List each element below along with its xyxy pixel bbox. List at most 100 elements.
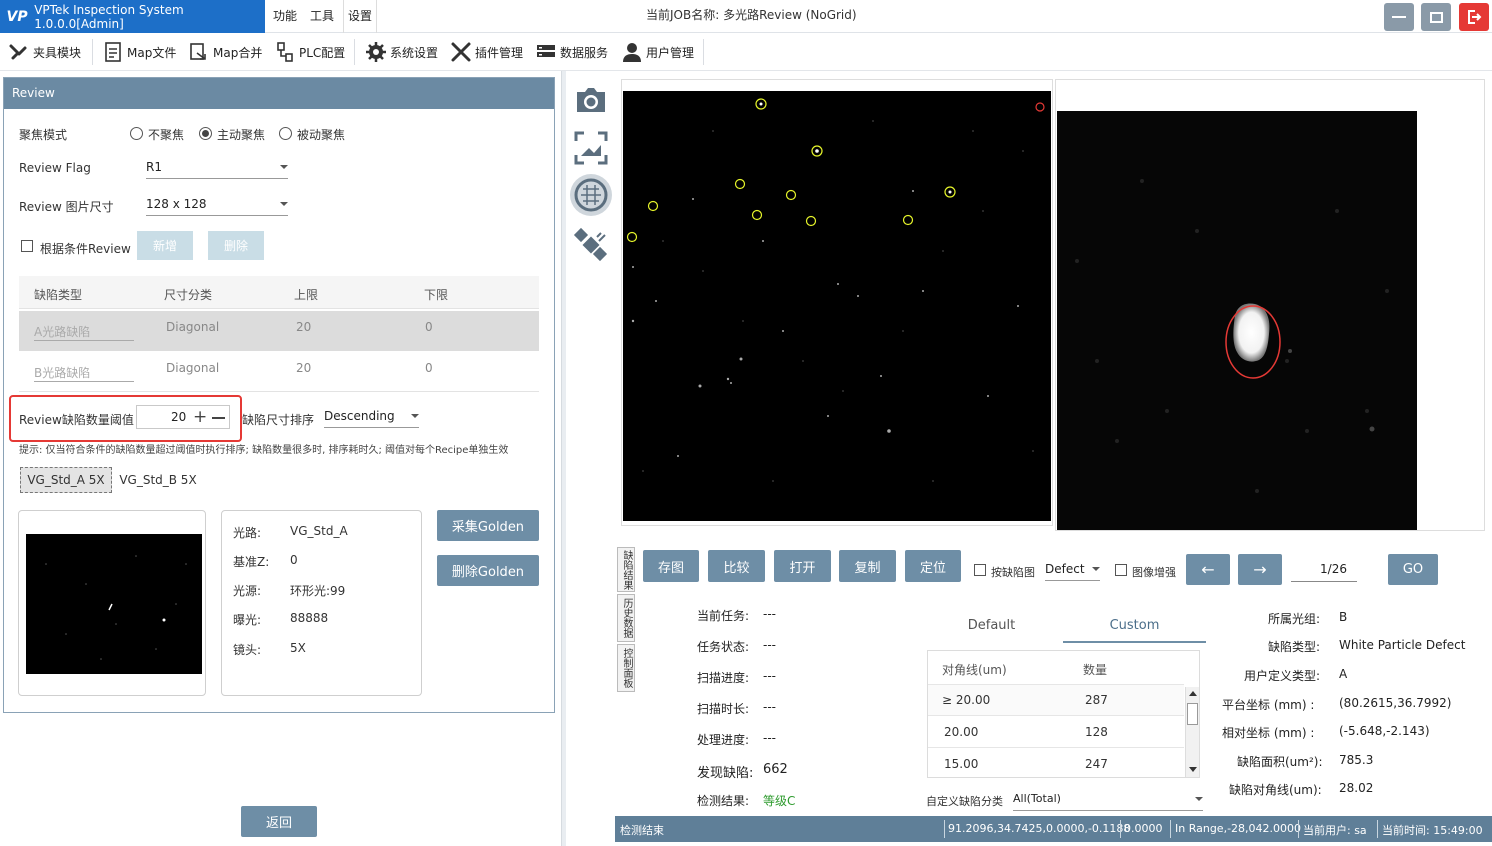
defect-zoom-image[interactable]: [1057, 111, 1417, 530]
save-image-button[interactable]: 存图: [643, 550, 699, 582]
tab-defect-results[interactable]: 缺陷结果: [617, 547, 635, 592]
toolbar-gripper[interactable]: 夹具模块: [8, 33, 81, 71]
collect-golden-button[interactable]: 采集Golden: [437, 510, 539, 541]
page-indicator[interactable]: 1/26: [1291, 562, 1357, 582]
menu-tools[interactable]: 工具: [310, 0, 334, 33]
row-lower: 0: [425, 361, 433, 375]
review-size-select[interactable]: 128 x 128: [146, 194, 288, 216]
camera-button[interactable]: [569, 80, 613, 120]
sort-select[interactable]: Descending: [324, 406, 419, 428]
info-label-path: 光路:: [233, 526, 262, 540]
toolbar-data-service[interactable]: 数据服务: [535, 33, 608, 71]
satellite-button[interactable]: [569, 225, 613, 265]
compare-button[interactable]: 比较: [708, 550, 765, 582]
chevron-down-icon: [1092, 567, 1100, 571]
wafer-map-icon: [570, 174, 612, 216]
toolbar-label: Map合并: [213, 45, 263, 60]
gripper-icon: [9, 44, 27, 60]
row-type[interactable]: A光路缺陷: [34, 323, 134, 341]
menu-settings[interactable]: 设置: [343, 0, 378, 33]
toolbar-map-merge[interactable]: Map合并: [188, 33, 262, 71]
status-range: In Range,-28,042.0000: [1175, 822, 1302, 835]
delete-button[interactable]: 删除: [208, 231, 264, 260]
table-row[interactable]: A光路缺陷 Diagonal 20 0: [19, 311, 539, 351]
add-button[interactable]: 新增: [137, 231, 193, 260]
table-row[interactable]: B光路缺陷 Diagonal 20 0: [19, 352, 539, 392]
table-row[interactable]: ≥ 20.00 287: [928, 685, 1184, 716]
tab-stats-custom[interactable]: Custom: [1063, 610, 1206, 643]
toolbar-label: 数据服务: [560, 45, 609, 60]
menu-function[interactable]: 功能: [273, 0, 297, 33]
toolbar-plc[interactable]: PLC配置: [274, 33, 345, 71]
radio-passive-focus-label: 被动聚焦: [297, 128, 346, 142]
copy-button[interactable]: 复制: [839, 550, 896, 582]
info-value-path: VG_Std_A: [290, 524, 348, 538]
tab-vg-std-a[interactable]: VG_Std_A 5X: [20, 467, 112, 493]
tab-vg-std-b[interactable]: VG_Std_B 5X: [118, 467, 198, 493]
table-row[interactable]: 15.00 247: [928, 749, 1184, 780]
user-icon: [623, 43, 641, 62]
golden-thumbnail-box: [18, 510, 206, 696]
toolbar-label: Map文件: [127, 45, 177, 60]
maximize-button[interactable]: [1421, 3, 1451, 31]
app-logo: VP: [6, 8, 28, 25]
wafer-scan-image[interactable]: [623, 91, 1051, 521]
chevron-down-icon: [280, 165, 288, 169]
return-button[interactable]: 返回: [241, 806, 317, 837]
review-flag-select[interactable]: R1: [146, 157, 288, 179]
locate-button[interactable]: 定位: [905, 550, 961, 582]
info-label-lens: 镜头:: [233, 643, 262, 657]
scroll-down-icon[interactable]: [1189, 767, 1197, 772]
task-value-process-progress: ---: [763, 731, 776, 745]
header-size-class: 尺寸分类: [164, 288, 213, 302]
next-defect-button[interactable]: →: [1238, 554, 1282, 585]
scroll-thumb[interactable]: [1187, 703, 1198, 725]
toolbar-label: 夹具模块: [33, 45, 82, 60]
panel-splitter[interactable]: [561, 71, 566, 846]
row-size-class: Diagonal: [166, 361, 220, 375]
defect-type-select[interactable]: Defect: [1045, 559, 1100, 581]
custom-class-select[interactable]: All(Total): [1013, 789, 1203, 811]
by-defect-checkbox[interactable]: [974, 564, 986, 576]
minimize-button[interactable]: [1384, 3, 1414, 31]
review-flag-value: R1: [146, 160, 162, 174]
status-divider: [1120, 820, 1121, 838]
prev-defect-button[interactable]: ←: [1186, 554, 1230, 585]
table-header: 缺陷类型 尺寸分类 上限 下限: [19, 276, 539, 309]
tab-history-data[interactable]: 历史数据: [617, 594, 635, 642]
table-row[interactable]: 20.00 128: [928, 717, 1184, 748]
radio-passive-focus[interactable]: [279, 127, 292, 140]
radio-active-focus[interactable]: [199, 127, 212, 140]
row-type[interactable]: B光路缺陷: [34, 364, 134, 382]
task-label-scan-time: 扫描时长:: [697, 702, 750, 716]
delete-golden-button[interactable]: 删除Golden: [437, 555, 539, 586]
tab-stats-default[interactable]: Default: [920, 610, 1063, 640]
task-value-defects-found: 662: [763, 762, 788, 777]
task-value-scan-time: ---: [763, 700, 776, 714]
tab-control-panel[interactable]: 控制面板: [617, 644, 635, 692]
info-value-exposure: 88888: [290, 611, 329, 625]
wafer-map-button[interactable]: [569, 174, 613, 216]
stats-header-count: 数量: [1083, 663, 1108, 677]
header-defect-type: 缺陷类型: [34, 288, 83, 302]
row-upper: 20: [296, 320, 312, 334]
toolbar-plugin[interactable]: 插件管理: [450, 33, 523, 71]
exit-button[interactable]: [1459, 3, 1489, 31]
scroll-up-icon[interactable]: [1189, 691, 1197, 696]
toolbar-map-file[interactable]: Map文件: [102, 33, 176, 71]
toolbar-system-settings[interactable]: 系统设置: [365, 33, 438, 71]
toolbar-divider: [703, 39, 704, 65]
stats-scrollbar[interactable]: [1185, 687, 1199, 777]
image-capture-button[interactable]: [569, 128, 613, 168]
conditional-review-checkbox[interactable]: [21, 240, 33, 252]
chevron-down-icon: [280, 202, 288, 206]
go-button[interactable]: GO: [1388, 554, 1438, 585]
enhance-checkbox[interactable]: [1115, 564, 1127, 576]
sort-value: Descending: [324, 409, 395, 423]
radio-no-focus[interactable]: [130, 127, 143, 140]
app-title: VPTek Inspection System 1.0.0.0[Admin]: [34, 2, 184, 31]
toolbar-user-management[interactable]: 用户管理: [621, 33, 694, 71]
job-name: 当前JOB名称: 多光路Review (NoGrid): [646, 8, 857, 22]
radio-no-focus-label: 不聚焦: [148, 128, 185, 142]
open-button[interactable]: 打开: [774, 550, 831, 582]
